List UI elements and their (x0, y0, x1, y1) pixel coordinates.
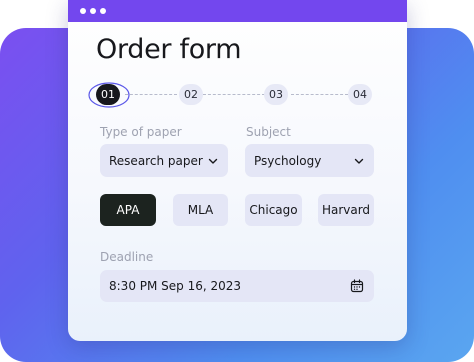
order-form-card: Order form 01 02 03 04 Type of paper Res… (68, 0, 407, 341)
subject-label: Subject (246, 125, 291, 139)
chevron-down-icon (208, 158, 218, 164)
paper-type-select[interactable]: Research paper (100, 144, 228, 177)
window-dot-icon (80, 8, 86, 14)
deadline-value: 8:30 PM Sep 16, 2023 (109, 279, 242, 293)
step-4[interactable]: 04 (348, 84, 372, 105)
style-harvard-button[interactable]: Harvard (318, 194, 374, 226)
step-1[interactable]: 01 (96, 84, 120, 105)
window-titlebar (68, 0, 407, 22)
style-apa-button[interactable]: APA (100, 194, 156, 226)
chevron-down-icon (354, 158, 364, 164)
window-dot-icon (100, 8, 106, 14)
style-chicago-button[interactable]: Chicago (245, 194, 302, 226)
step-progress: 01 02 03 04 (88, 80, 393, 110)
calendar-icon[interactable] (350, 279, 364, 293)
page-title: Order form (96, 34, 242, 65)
page: Order form 01 02 03 04 Type of paper Res… (0, 0, 474, 362)
step-connector (291, 94, 348, 95)
paper-type-value: Research paper (109, 153, 203, 168)
deadline-input[interactable]: 8:30 PM Sep 16, 2023 (100, 270, 374, 302)
step-connector (125, 94, 177, 95)
subject-value: Psychology (254, 153, 322, 168)
step-3[interactable]: 03 (264, 84, 288, 105)
window-dot-icon (90, 8, 96, 14)
paper-type-label: Type of paper (100, 125, 182, 139)
subject-select[interactable]: Psychology (245, 144, 374, 177)
step-connector (203, 94, 265, 95)
style-mla-button[interactable]: MLA (173, 194, 228, 226)
deadline-label: Deadline (100, 250, 154, 264)
step-2[interactable]: 02 (179, 84, 203, 105)
